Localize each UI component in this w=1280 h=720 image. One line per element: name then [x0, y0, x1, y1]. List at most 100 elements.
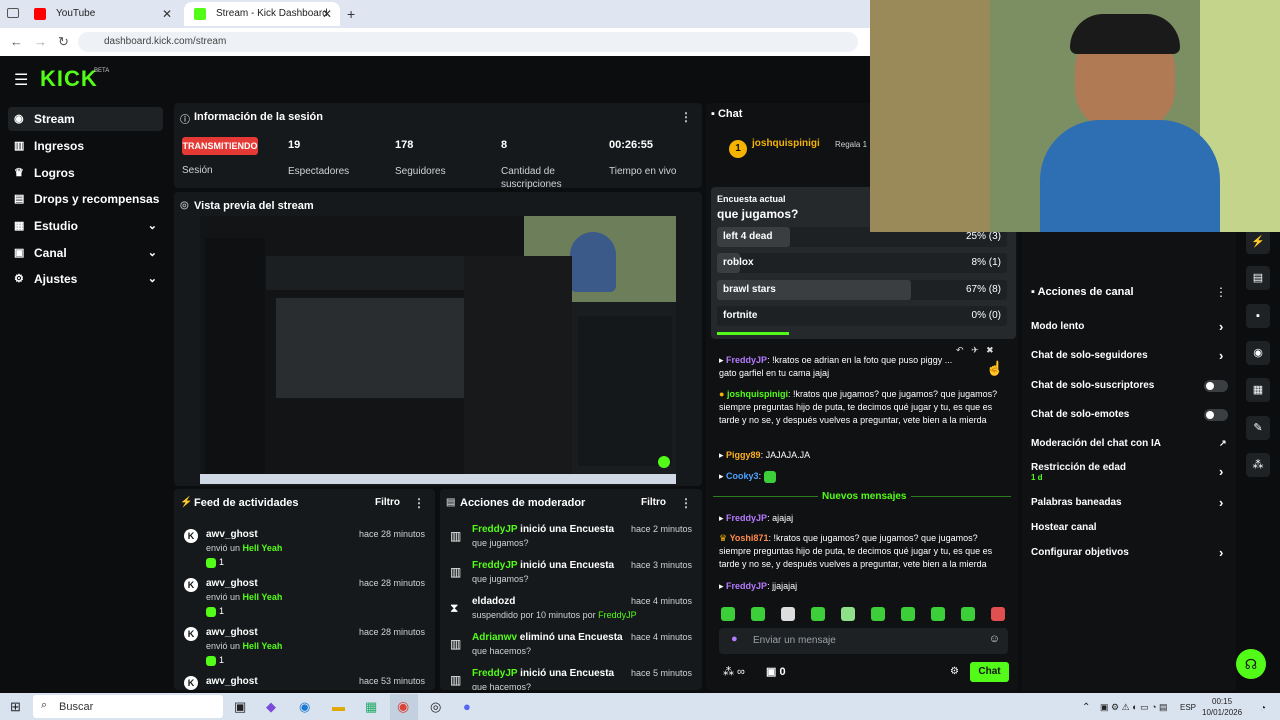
close-tab-icon[interactable]: ✕: [322, 2, 332, 26]
kick-logo[interactable]: KICK: [40, 66, 98, 92]
emotes-only-toggle[interactable]: [1204, 409, 1228, 421]
action-ai-moderation[interactable]: Moderación del chat con IA ↗: [1031, 438, 1227, 449]
broadcast-icon[interactable]: ◉: [1246, 341, 1270, 365]
poll-option[interactable]: fortnite 0% (0): [717, 306, 1007, 326]
language-indicator[interactable]: ESP: [1180, 703, 1196, 712]
document-icon[interactable]: ▤: [1246, 266, 1270, 290]
tab-youtube[interactable]: YouTube ✕: [24, 2, 180, 26]
list-item: Kawv_ghost hace 28 minutos envió un Hell Y…: [174, 570, 435, 619]
poll-option[interactable]: brawl stars 67% (8): [717, 280, 1007, 300]
task-view-icon[interactable]: ▣: [234, 699, 246, 715]
action-host-channel[interactable]: Hostear canal: [1031, 522, 1097, 533]
emote-icon[interactable]: [931, 607, 945, 621]
emote-icon[interactable]: [901, 607, 915, 621]
verified-badge-icon: ▸: [719, 355, 724, 365]
sidebar-item-stream[interactable]: ◉ Stream: [8, 107, 163, 131]
file-explorer-icon[interactable]: ▬: [332, 699, 345, 714]
tab-search-icon[interactable]: [7, 8, 19, 18]
chart-icon: ▥: [14, 140, 25, 152]
delete-icon[interactable]: ✖: [986, 345, 994, 355]
help-headset-icon[interactable]: ☊: [1236, 649, 1266, 679]
emote-icon[interactable]: [961, 607, 975, 621]
list-item: Kawv_ghost hace 28 minutos envió un Hell Y…: [174, 521, 435, 570]
microphone-icon[interactable]: ●: [731, 633, 738, 645]
sidebar-item-canal[interactable]: ▣ Canal ⌄: [8, 241, 163, 265]
forward-icon[interactable]: →: [34, 34, 47, 49]
poll-option[interactable]: roblox 8% (1): [717, 253, 1007, 273]
sidebar-item-estudio[interactable]: ▦ Estudio ⌄: [8, 214, 163, 238]
emote-icon: [763, 470, 776, 483]
chat-input[interactable]: ● Enviar un mensaje ☺: [719, 628, 1008, 654]
hamburger-menu-icon[interactable]: ☰: [14, 70, 28, 90]
sidebar-item-drops[interactable]: ▤ Drops y recompensas: [8, 187, 163, 211]
tray-icons[interactable]: ▣ ⚙ ⚠ ◐ ▭ ◔ ▤: [1100, 702, 1168, 713]
emote-icon[interactable]: [841, 607, 855, 621]
tray-chevron-up-icon[interactable]: ⌃: [1082, 702, 1090, 713]
windows-start-icon[interactable]: ⊞: [10, 699, 21, 715]
action-followers-only[interactable]: Chat de solo-seguidores ›: [1031, 348, 1223, 363]
preview-nested-video: [276, 298, 466, 398]
share-icon[interactable]: ⁂: [1246, 453, 1270, 477]
sidebar-item-ajustes[interactable]: ⚙ Ajustes ⌄: [8, 267, 163, 291]
tab-kick-dashboard[interactable]: Stream - Kick Dashboard ✕: [184, 2, 340, 26]
infinity-points-icon[interactable]: ⁂ ∞: [723, 665, 745, 678]
discord-icon[interactable]: ●: [463, 699, 471, 714]
activity-feed-header: ⚡ Feed de actividades Filtro ⋮: [180, 496, 425, 510]
emote-icon[interactable]: [721, 607, 735, 621]
chat-settings-icon[interactable]: ⚙: [950, 666, 959, 677]
emote-icon[interactable]: [991, 607, 1005, 621]
taskbar-search[interactable]: ⌕ Buscar: [33, 695, 223, 718]
emote-icon[interactable]: [781, 607, 795, 621]
action-age-restriction[interactable]: Restricción de edad › 1 d: [1031, 462, 1223, 482]
emote-icon[interactable]: [871, 607, 885, 621]
obs-icon[interactable]: ◎: [430, 699, 441, 715]
kicks-icon: [206, 655, 216, 666]
preview-actions-box: [578, 316, 672, 466]
notifications-icon[interactable]: ◔: [1260, 703, 1266, 714]
clock-time[interactable]: 00:15: [1212, 697, 1232, 706]
emoji-picker-icon[interactable]: ☺: [989, 633, 1000, 645]
verified-badge-icon: ▸: [719, 471, 724, 481]
feed-filter-button[interactable]: Filtro: [375, 497, 400, 508]
message-actions: ↶ ✈ ✖: [956, 345, 1016, 359]
store-icon[interactable]: ▦: [365, 699, 377, 715]
poll-icon: ▥: [450, 637, 462, 651]
action-banned-words[interactable]: Palabras baneadas ›: [1031, 495, 1223, 510]
chat-bubble-icon[interactable]: ▪: [1246, 304, 1270, 328]
emote-icon[interactable]: [811, 607, 825, 621]
pinned-user[interactable]: joshquispinigi: [752, 138, 820, 149]
new-messages-label: Nuevos mensajes: [818, 491, 911, 502]
reload-icon[interactable]: ↻: [58, 34, 69, 50]
more-options-icon[interactable]: ⋮: [413, 496, 425, 510]
clock-date[interactable]: 10/01/2026: [1202, 708, 1242, 717]
url-input[interactable]: dashboard.kick.com/stream: [78, 32, 858, 52]
channel-points[interactable]: ▣ 0: [766, 665, 786, 678]
more-options-icon[interactable]: ⋮: [680, 110, 692, 124]
back-icon[interactable]: ←: [10, 34, 23, 49]
subscribers-only-toggle[interactable]: [1204, 380, 1228, 392]
emote-icon[interactable]: [751, 607, 765, 621]
send-chat-button[interactable]: Chat: [970, 662, 1009, 682]
sidebar-item-logros[interactable]: ♛ Logros: [8, 161, 163, 185]
stream-preview-video[interactable]: [200, 216, 676, 484]
more-options-icon[interactable]: ⋮: [1215, 285, 1227, 299]
wrench-icon[interactable]: ✎: [1246, 416, 1270, 440]
action-slow-mode[interactable]: Modo lento ›: [1031, 319, 1223, 334]
poll-question: que jugamos?: [717, 207, 799, 221]
new-tab-button[interactable]: +: [347, 6, 355, 22]
pinned-gift-text: Regala 1 posición: [835, 140, 869, 149]
mod-filter-button[interactable]: Filtro: [641, 497, 666, 508]
close-tab-icon[interactable]: ✕: [162, 2, 172, 26]
info-icon: ⓘ: [180, 115, 190, 126]
more-options-icon[interactable]: ⋮: [680, 496, 692, 510]
sidebar-item-ingresos[interactable]: ▥ Ingresos: [8, 134, 163, 158]
chat-header: ▪ Chat: [711, 108, 743, 120]
layout-icon[interactable]: ▦: [1246, 378, 1270, 402]
pin-icon[interactable]: ✈: [971, 345, 979, 355]
edge-icon[interactable]: ◉: [299, 699, 310, 715]
chrome-taskbar-button[interactable]: ◉: [390, 694, 418, 720]
lightning-icon[interactable]: ⚡: [1246, 230, 1270, 254]
action-goals[interactable]: Configurar objetivos ›: [1031, 545, 1223, 560]
reply-icon[interactable]: ↶: [956, 345, 964, 355]
copilot-icon[interactable]: ◆: [266, 699, 276, 715]
